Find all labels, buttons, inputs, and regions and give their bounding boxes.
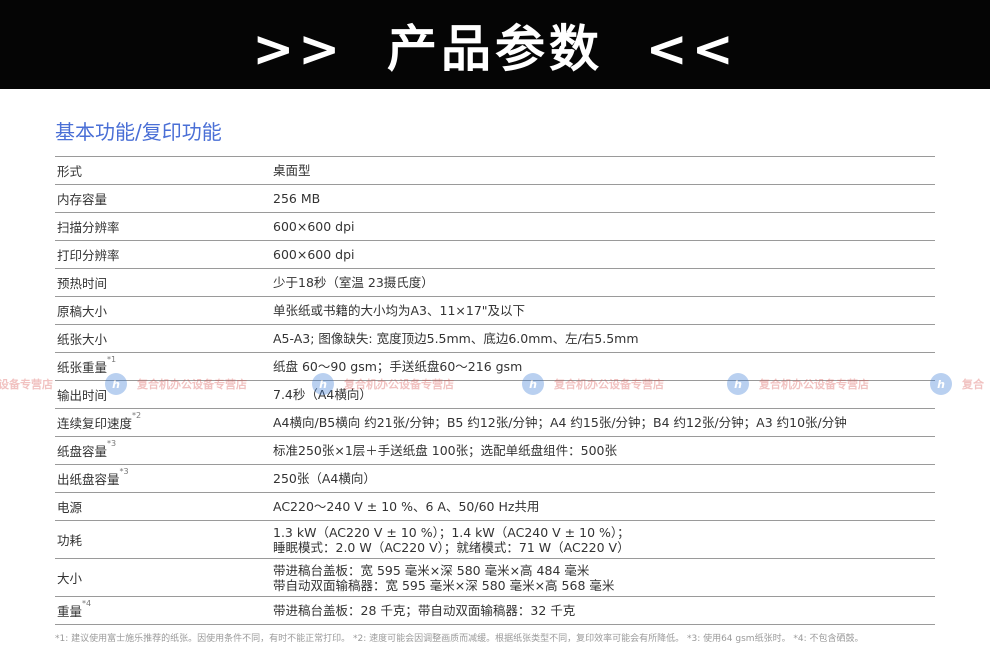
footnote-mark: *1 — [107, 355, 117, 364]
spec-label: 预热时间 — [55, 268, 271, 297]
spec-value: 256 MB — [271, 184, 935, 213]
spec-label: 电源 — [55, 492, 271, 521]
spec-value-line: 带进稿台盖板：28 千克；带自动双面输稿器：32 千克 — [273, 603, 576, 618]
spec-value-line: 250张（A4横向） — [273, 471, 376, 486]
table-row: 功耗 1.3 kW（AC220 V ± 10 %）；1.4 kW（AC240 V … — [55, 520, 935, 559]
spec-value: AC220～240 V ± 10 %、6 A、50/60 Hz共用 — [271, 492, 935, 521]
spec-value-line: 少于18秒（室温 23摄氏度） — [273, 275, 434, 290]
spec-label-text: 打印分辨率 — [57, 248, 120, 263]
footnote-mark: *3 — [119, 467, 129, 476]
spec-value: 带进稿台盖板：宽 595 毫米×深 580 毫米×高 484 毫米 带自动双面输稿… — [271, 558, 935, 597]
spec-value-line: 600×600 dpi — [273, 219, 355, 234]
spec-label-text: 纸盘容量 — [57, 444, 108, 459]
spec-label: 功耗 — [55, 520, 271, 559]
spec-label: 扫描分辨率 — [55, 212, 271, 241]
spec-value: 7.4秒（A4横向） — [271, 380, 935, 409]
watermark-text: 复合 — [962, 378, 984, 391]
spec-value: A4横向/B5横向 约21张/分钟；B5 约12张/分钟；A4 约15张/分钟；… — [271, 408, 935, 437]
spec-value: 单张纸或书籍的大小均为A3、11×17"及以下 — [271, 296, 935, 325]
spec-label-text: 内存容量 — [57, 192, 108, 207]
spec-label-text: 出纸盘容量 — [57, 472, 120, 487]
spec-value-line: 带自动双面输稿器：宽 595 毫米×深 580 毫米×高 568 毫米 — [273, 577, 615, 593]
section-title: 基本功能/复印功能 — [55, 120, 222, 144]
table-row: 预热时间 少于18秒（室温 23摄氏度） — [55, 268, 935, 297]
spec-label: 内存容量 — [55, 184, 271, 213]
spec-label-text: 原稿大小 — [57, 304, 108, 319]
spec-value: 1.3 kW（AC220 V ± 10 %）；1.4 kW（AC240 V ± … — [271, 520, 935, 559]
spec-value-line: 1.3 kW（AC220 V ± 10 %）；1.4 kW（AC240 V ± … — [273, 524, 630, 540]
spec-value-line: 600×600 dpi — [273, 247, 355, 262]
spec-value-line: 睡眠模式：2.0 W（AC220 V）；就绪模式：71 W（AC220 V） — [273, 539, 630, 555]
spec-label-text: 形式 — [57, 164, 83, 179]
spec-value: 纸盘 60～90 gsm；手送纸盘60～216 gsm — [271, 352, 935, 381]
table-row: 纸张大小 A5-A3; 图像缺失: 宽度顶边5.5mm、底边6.0mm、左/右5.… — [55, 324, 935, 353]
spec-value: 250张（A4横向） — [271, 464, 935, 493]
spec-value-line: 256 MB — [273, 191, 321, 206]
spec-label-text: 纸张大小 — [57, 332, 108, 347]
watermark: 设备专营店 — [0, 372, 53, 396]
spec-label-text: 电源 — [57, 500, 83, 515]
spec-value: 标准250张×1层＋手送纸盘 100张；选配单纸盘组件：500张 — [271, 436, 935, 465]
table-row: 大小 带进稿台盖板：宽 595 毫米×深 580 毫米×高 484 毫米 带自动双面… — [55, 558, 935, 597]
table-row: 打印分辨率 600×600 dpi — [55, 240, 935, 269]
spec-value: 600×600 dpi — [271, 212, 935, 241]
table-row: 内存容量 256 MB — [55, 184, 935, 213]
spec-label: 打印分辨率 — [55, 240, 271, 269]
spec-table: 形式 桌面型内存容量 256 MB 扫描分辨率 600×600 dpi 打印分辨率 600×… — [55, 156, 935, 625]
spec-value: 带进稿台盖板：28 千克；带自动双面输稿器：32 千克 — [271, 596, 935, 625]
spec-value-line: 带进稿台盖板：宽 595 毫米×深 580 毫米×高 484 毫米 — [273, 562, 590, 578]
table-row: 纸盘容量*3 标准250张×1层＋手送纸盘 100张；选配单纸盘组件：500张 — [55, 436, 935, 465]
spec-label-text: 功耗 — [57, 533, 83, 548]
spec-value: A5-A3; 图像缺失: 宽度顶边5.5mm、底边6.0mm、左/右5.5mm — [271, 324, 935, 353]
table-row: 出纸盘容量*3 250张（A4横向） — [55, 464, 935, 493]
spec-label: 重量*4 — [55, 596, 271, 625]
spec-value-line: AC220～240 V ± 10 %、6 A、50/60 Hz共用 — [273, 499, 540, 514]
spec-label-text: 大小 — [57, 571, 83, 586]
spec-label: 纸张重量*1 — [55, 352, 271, 381]
spec-label: 连续复印速度*2 — [55, 408, 271, 437]
spec-value-line: A4横向/B5横向 约21张/分钟；B5 约12张/分钟；A4 约15张/分钟；… — [273, 415, 847, 430]
spec-value-line: 桌面型 — [273, 163, 311, 178]
spec-label: 出纸盘容量*3 — [55, 464, 271, 493]
footnote-mark: *2 — [132, 411, 142, 420]
spec-value-line: 7.4秒（A4横向） — [273, 387, 372, 402]
spec-label-text: 重量 — [57, 604, 83, 619]
footnote-mark: *4 — [82, 599, 92, 608]
table-row: 输出时间 7.4秒（A4横向） — [55, 380, 935, 409]
spec-value: 少于18秒（室温 23摄氏度） — [271, 268, 935, 297]
table-row: 连续复印速度*2 A4横向/B5横向 约21张/分钟；B5 约12张/分钟；A4 … — [55, 408, 935, 437]
spec-value-line: 纸盘 60～90 gsm；手送纸盘60～216 gsm — [273, 359, 523, 374]
spec-label-text: 连续复印速度 — [57, 416, 133, 431]
spec-label: 形式 — [55, 156, 271, 185]
spec-label-text: 纸张重量 — [57, 360, 108, 375]
spec-value: 600×600 dpi — [271, 240, 935, 269]
watermark-text: 设备专营店 — [0, 378, 53, 391]
table-row: 重量*4 带进稿台盖板：28 千克；带自动双面输稿器：32 千克 — [55, 596, 935, 625]
spec-label: 输出时间 — [55, 380, 271, 409]
table-row: 扫描分辨率 600×600 dpi — [55, 212, 935, 241]
spec-label-text: 预热时间 — [57, 276, 108, 291]
spec-value: 桌面型 — [271, 156, 935, 185]
spec-label: 纸盘容量*3 — [55, 436, 271, 465]
table-row: 纸张重量*1 纸盘 60～90 gsm；手送纸盘60～216 gsm — [55, 352, 935, 381]
spec-label-text: 扫描分辨率 — [57, 220, 120, 235]
footnote-mark: *3 — [107, 439, 117, 448]
footnotes: *1: 建议使用富士施乐推荐的纸张。因使用条件不同，有时不能正常打印。 *2: … — [55, 634, 864, 644]
header-banner: >> 产品参数 << — [0, 0, 990, 89]
spec-label: 原稿大小 — [55, 296, 271, 325]
spec-value-line: 单张纸或书籍的大小均为A3、11×17"及以下 — [273, 303, 526, 318]
watermark: h 复合 — [930, 372, 984, 396]
table-row: 形式 桌面型 — [55, 156, 935, 185]
banner-title: >> 产品参数 << — [252, 19, 738, 78]
spec-value-line: 标准250张×1层＋手送纸盘 100张；选配单纸盘组件：500张 — [273, 443, 617, 458]
spec-value-line: A5-A3; 图像缺失: 宽度顶边5.5mm、底边6.0mm、左/右5.5mm — [273, 331, 639, 346]
spec-label: 大小 — [55, 558, 271, 597]
table-row: 电源 AC220～240 V ± 10 %、6 A、50/60 Hz共用 — [55, 492, 935, 521]
spec-label: 纸张大小 — [55, 324, 271, 353]
spec-label-text: 输出时间 — [57, 388, 108, 403]
table-row: 原稿大小 单张纸或书籍的大小均为A3、11×17"及以下 — [55, 296, 935, 325]
